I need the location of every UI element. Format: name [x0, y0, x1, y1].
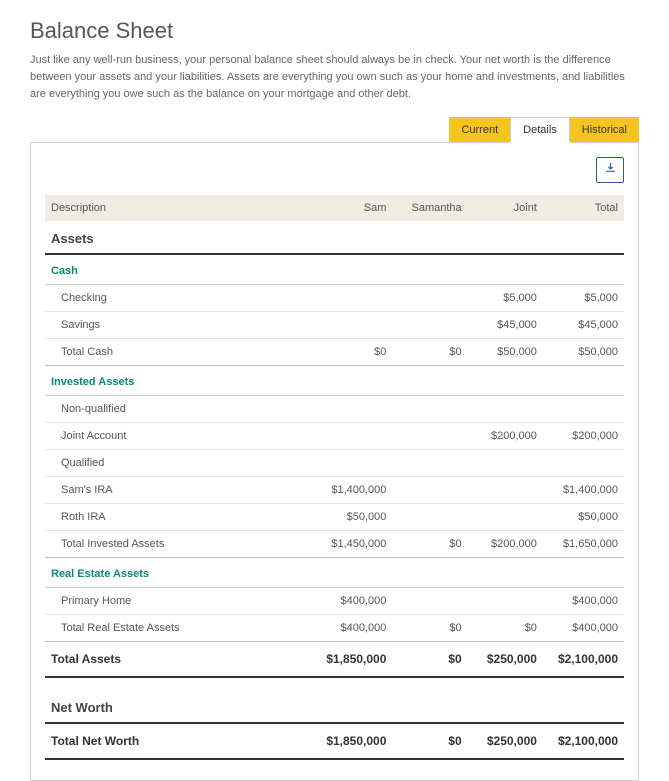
- total-invested-row: Total Invested Assets$1,450,000$0$200,00…: [45, 531, 624, 558]
- cell: $1,650,000: [543, 531, 624, 558]
- total-assets-row: Total Assets$1,850,000$0$250,000$2,100,0…: [45, 642, 624, 678]
- cell: $200,000: [543, 423, 624, 450]
- cell: $0: [392, 531, 467, 558]
- cell: $0: [392, 723, 467, 759]
- table-row: Savings $45,000$45,000: [45, 312, 624, 339]
- cell: $0: [392, 615, 467, 642]
- cell: $0: [468, 615, 543, 642]
- total-cash-row: Total Cash$0$0$50,000$50,000: [45, 339, 624, 366]
- cell: [392, 504, 467, 531]
- cell: $1,400,000: [543, 477, 624, 504]
- cell: $200,000: [468, 423, 543, 450]
- total-realestate-row: Total Real Estate Assets$400,000$0$0$400…: [45, 615, 624, 642]
- total-networth-row: Total Net Worth$1,850,000$0$250,000$2,10…: [45, 723, 624, 759]
- cell-label: Sam's IRA: [45, 477, 306, 504]
- cell: [392, 312, 467, 339]
- cell: $400,000: [543, 615, 624, 642]
- cell: [306, 423, 393, 450]
- cell: $400,000: [306, 588, 393, 615]
- balance-table: Description Sam Samantha Joint Total Ass…: [45, 195, 624, 760]
- cell-label: Joint Account: [45, 423, 306, 450]
- cell: $5,000: [468, 285, 543, 312]
- table-row: Checking $5,000$5,000: [45, 285, 624, 312]
- cash-heading: Cash: [45, 254, 624, 285]
- cell: $0: [306, 339, 393, 366]
- col-description: Description: [45, 195, 306, 221]
- cell: [306, 312, 393, 339]
- cell: $0: [392, 642, 467, 678]
- cell-label: Total Net Worth: [45, 723, 306, 759]
- cell: [392, 423, 467, 450]
- tabs: Current Details Historical: [30, 117, 639, 143]
- cell: $1,400,000: [306, 477, 393, 504]
- cell: $2,100,000: [543, 642, 624, 678]
- cell-label: Total Real Estate Assets: [45, 615, 306, 642]
- cell: $1,450,000: [306, 531, 393, 558]
- cell: $5,000: [543, 285, 624, 312]
- cell-label: Checking: [45, 285, 306, 312]
- cell-label: Savings: [45, 312, 306, 339]
- cell: $250,000: [468, 642, 543, 678]
- table-row: Roth IRA$50,000$50,000: [45, 504, 624, 531]
- cell: $400,000: [306, 615, 393, 642]
- cell: $50,000: [543, 504, 624, 531]
- cell-label: Non-qualified: [45, 396, 306, 423]
- invested-heading: Invested Assets: [45, 366, 624, 396]
- cell: $200,000: [468, 531, 543, 558]
- cell: $400,000: [543, 588, 624, 615]
- page-title: Balance Sheet: [30, 18, 639, 44]
- cell: $0: [392, 339, 467, 366]
- details-panel: Description Sam Samantha Joint Total Ass…: [30, 142, 639, 781]
- col-sam: Sam: [306, 195, 393, 221]
- cell: [306, 285, 393, 312]
- cell: $50,000: [468, 339, 543, 366]
- cell-label: Total Assets: [45, 642, 306, 678]
- cell: $45,000: [543, 312, 624, 339]
- table-row: Primary Home$400,000$400,000: [45, 588, 624, 615]
- download-button[interactable]: [596, 157, 624, 183]
- cell: $2,100,000: [543, 723, 624, 759]
- cell: $250,000: [468, 723, 543, 759]
- table-row: Qualified: [45, 450, 624, 477]
- cell-label: Qualified: [45, 450, 306, 477]
- tab-details[interactable]: Details: [510, 117, 570, 143]
- download-icon: [604, 161, 617, 179]
- cell: $45,000: [468, 312, 543, 339]
- tab-historical[interactable]: Historical: [570, 117, 639, 143]
- cell: [392, 285, 467, 312]
- table-row: Sam's IRA$1,400,000$1,400,000: [45, 477, 624, 504]
- page-description: Just like any well-run business, your pe…: [30, 52, 639, 103]
- cell: [392, 477, 467, 504]
- cell: [468, 504, 543, 531]
- cell: [392, 588, 467, 615]
- cell: $50,000: [543, 339, 624, 366]
- col-joint: Joint: [468, 195, 543, 221]
- cell-label: Roth IRA: [45, 504, 306, 531]
- networth-heading: Net Worth: [45, 690, 624, 723]
- col-samantha: Samantha: [392, 195, 467, 221]
- table-row: Joint Account $200,000$200,000: [45, 423, 624, 450]
- realestate-heading: Real Estate Assets: [45, 558, 624, 588]
- cell: $50,000: [306, 504, 393, 531]
- tab-current[interactable]: Current: [449, 117, 510, 143]
- cell: $1,850,000: [306, 723, 393, 759]
- assets-heading: Assets: [45, 221, 624, 254]
- cell-label: Total Cash: [45, 339, 306, 366]
- cell: [468, 477, 543, 504]
- cell-label: Total Invested Assets: [45, 531, 306, 558]
- table-row: Non-qualified: [45, 396, 624, 423]
- cell: [468, 588, 543, 615]
- table-header: Description Sam Samantha Joint Total: [45, 195, 624, 221]
- cell-label: Primary Home: [45, 588, 306, 615]
- col-total: Total: [543, 195, 624, 221]
- cell: $1,850,000: [306, 642, 393, 678]
